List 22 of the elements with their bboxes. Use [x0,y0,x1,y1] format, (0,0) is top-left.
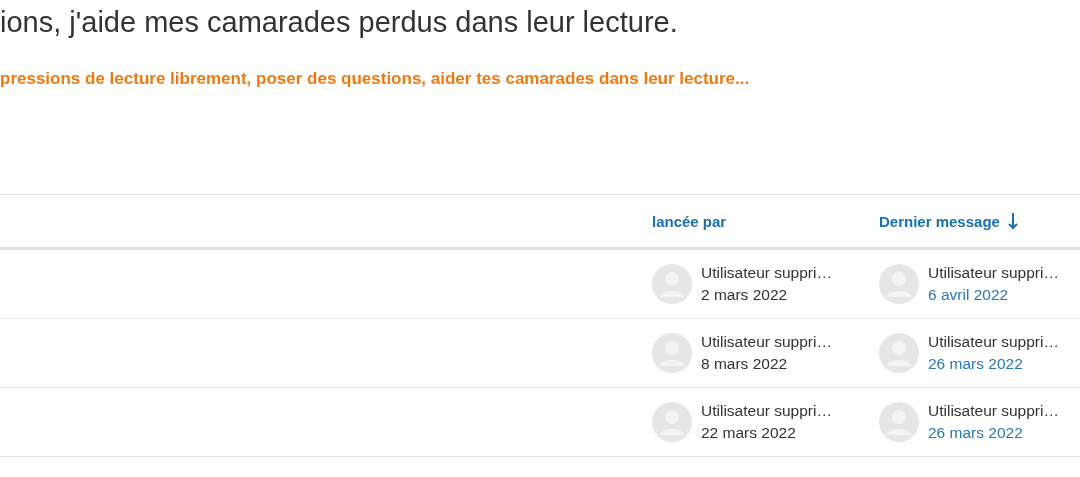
post-date-link[interactable]: 26 mars 2022 [928,422,1059,444]
user-name: Utilisateur suppri… [928,263,1059,283]
avatar-icon [879,333,919,373]
avatar-icon [879,264,919,304]
user-name: Utilisateur suppri… [928,332,1059,352]
user-name: Utilisateur suppri… [701,401,832,421]
forum-description: pressions de lecture librement, poser des questions, aider tes camarades dans leur lecture... [0,68,751,90]
post-date: 2 mars 2022 [701,285,789,305]
post-date: 22 mars 2022 [701,423,797,443]
column-header-link[interactable]: Dernier message [879,212,1000,230]
post-date: 8 mars 2022 [701,354,789,374]
user-name: Utilisateur suppri… [928,401,1059,421]
avatar-icon [652,402,692,442]
avatar-icon [652,264,692,304]
page-heading: ions, j'aide mes camarades perdus dans leur lecture. [0,5,679,40]
avatar-icon [652,333,692,373]
column-header-link[interactable]: lancée par [652,212,727,230]
user-name: Utilisateur suppri… [701,263,832,283]
avatar-icon [879,402,919,442]
user-name: Utilisateur suppri… [701,332,832,352]
post-date-link[interactable]: 26 mars 2022 [928,353,1059,375]
post-date-link[interactable]: 6 avril 2022 [928,284,1059,306]
